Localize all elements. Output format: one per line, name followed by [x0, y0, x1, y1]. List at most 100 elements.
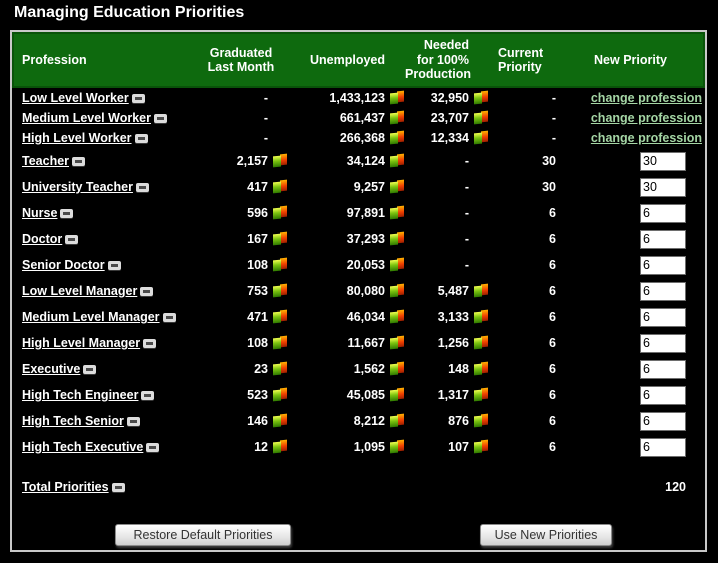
profession-link[interactable]: Medium Level Manager: [22, 310, 160, 324]
statistics-chart-icon[interactable]: [390, 413, 404, 428]
unemployed-value: 45,085: [346, 388, 385, 402]
statistics-chart-icon[interactable]: [390, 110, 404, 125]
statistics-chart-icon[interactable]: [390, 387, 404, 402]
info-icon[interactable]: [107, 261, 121, 270]
statistics-chart-icon[interactable]: [390, 231, 404, 246]
statistics-chart-icon[interactable]: [390, 283, 404, 298]
info-icon[interactable]: [60, 209, 74, 218]
profession-link[interactable]: Executive: [22, 362, 80, 376]
statistics-chart-icon[interactable]: [474, 361, 488, 376]
info-icon[interactable]: [131, 94, 145, 103]
new-priority-input[interactable]: [640, 255, 686, 275]
profession-link[interactable]: Low Level Worker: [22, 91, 129, 105]
statistics-chart-icon[interactable]: [273, 387, 287, 402]
change-profession-link[interactable]: change profession: [591, 91, 702, 105]
statistics-chart-icon[interactable]: [390, 257, 404, 272]
statistics-chart-icon[interactable]: [390, 179, 404, 194]
new-priority-input[interactable]: [640, 307, 686, 327]
statistics-chart-icon[interactable]: [390, 361, 404, 376]
profession-link[interactable]: High Tech Senior: [22, 414, 124, 428]
statistics-chart-icon[interactable]: [273, 179, 287, 194]
statistics-chart-icon[interactable]: [273, 231, 287, 246]
restore-default-priorities-button[interactable]: Restore Default Priorities: [115, 524, 291, 546]
statistics-chart-icon[interactable]: [474, 130, 488, 145]
info-icon[interactable]: [140, 287, 154, 296]
current-priority-value: 6: [549, 206, 556, 220]
statistics-chart-icon[interactable]: [474, 439, 488, 454]
profession-link[interactable]: High Tech Engineer: [22, 388, 138, 402]
statistics-chart-icon[interactable]: [273, 283, 287, 298]
statistics-chart-icon[interactable]: [474, 387, 488, 402]
statistics-chart-icon[interactable]: [474, 110, 488, 125]
new-priority-input[interactable]: [640, 333, 686, 353]
statistics-chart-icon[interactable]: [273, 413, 287, 428]
statistics-chart-icon[interactable]: [273, 205, 287, 220]
statistics-chart-icon[interactable]: [273, 361, 287, 376]
info-icon[interactable]: [134, 134, 148, 143]
statistics-chart-icon[interactable]: [390, 90, 404, 105]
info-icon[interactable]: [135, 183, 149, 192]
statistics-chart-icon[interactable]: [390, 205, 404, 220]
profession-link[interactable]: High Level Manager: [22, 336, 140, 350]
new-priority-input[interactable]: [640, 437, 686, 457]
info-icon[interactable]: [83, 365, 97, 374]
statistics-chart-icon[interactable]: [474, 309, 488, 324]
new-priority-input[interactable]: [640, 203, 686, 223]
statistics-chart-icon[interactable]: [273, 309, 287, 324]
statistics-chart-icon[interactable]: [390, 309, 404, 324]
profession-link[interactable]: University Teacher: [22, 180, 133, 194]
new-priority-input[interactable]: [640, 177, 686, 197]
info-icon[interactable]: [141, 391, 155, 400]
profession-link[interactable]: Low Level Manager: [22, 284, 137, 298]
new-priority-input[interactable]: [640, 411, 686, 431]
new-priority-input[interactable]: [640, 229, 686, 249]
profession-link[interactable]: High Tech Executive: [22, 440, 143, 454]
profession-link[interactable]: Senior Doctor: [22, 258, 105, 272]
statistics-chart-icon[interactable]: [390, 335, 404, 350]
new-priority-input[interactable]: [640, 385, 686, 405]
header-current-priority: Current Priority: [498, 45, 544, 74]
change-profession-link[interactable]: change profession: [591, 111, 702, 125]
table-body: Low Level Worker - 1,433,123 32,950 - change …: [12, 88, 705, 460]
current-priority-value: 6: [549, 310, 556, 324]
statistics-chart-icon[interactable]: [390, 130, 404, 145]
profession-link[interactable]: Doctor: [22, 232, 62, 246]
statistics-chart-icon[interactable]: [390, 439, 404, 454]
statistics-chart-icon[interactable]: [273, 439, 287, 454]
statistics-chart-icon[interactable]: [474, 283, 488, 298]
statistics-chart-icon[interactable]: [390, 153, 404, 168]
needed-value: -: [464, 258, 469, 272]
info-icon[interactable]: [153, 114, 167, 123]
profession-link[interactable]: Teacher: [22, 154, 69, 168]
graduated-value: -: [263, 111, 268, 125]
statistics-chart-icon[interactable]: [474, 335, 488, 350]
unemployed-value: 11,667: [347, 336, 385, 350]
statistics-chart-icon[interactable]: [273, 257, 287, 272]
graduated-value: 108: [247, 258, 268, 272]
statistics-chart-icon[interactable]: [474, 90, 488, 105]
unemployed-value: 9,257: [353, 180, 385, 194]
change-profession-link[interactable]: change profession: [591, 131, 702, 145]
statistics-chart-icon[interactable]: [273, 153, 287, 168]
new-priority-input[interactable]: [640, 281, 686, 301]
profession-link[interactable]: High Level Worker: [22, 131, 132, 145]
statistics-chart-icon[interactable]: [273, 335, 287, 350]
use-new-priorities-button[interactable]: Use New Priorities: [480, 524, 612, 546]
info-icon[interactable]: [146, 443, 160, 452]
total-priorities-link[interactable]: Total Priorities: [22, 480, 109, 494]
info-icon[interactable]: [143, 339, 157, 348]
new-priority-input[interactable]: [640, 359, 686, 379]
info-icon[interactable]: [162, 313, 176, 322]
info-icon[interactable]: [65, 235, 79, 244]
unemployed-value: 1,562: [353, 362, 385, 376]
statistics-chart-icon[interactable]: [474, 413, 488, 428]
table-row: Medium Level Manager 471 46,034 3,133 6: [12, 304, 705, 330]
profession-link[interactable]: Medium Level Worker: [22, 111, 151, 125]
profession-link[interactable]: Nurse: [22, 206, 57, 220]
needed-value: -: [464, 154, 469, 168]
info-icon[interactable]: [126, 417, 140, 426]
info-icon[interactable]: [72, 157, 86, 166]
info-icon[interactable]: [111, 483, 125, 492]
table-row: Low Level Worker - 1,433,123 32,950 - change …: [12, 88, 705, 108]
new-priority-input[interactable]: [640, 151, 686, 171]
